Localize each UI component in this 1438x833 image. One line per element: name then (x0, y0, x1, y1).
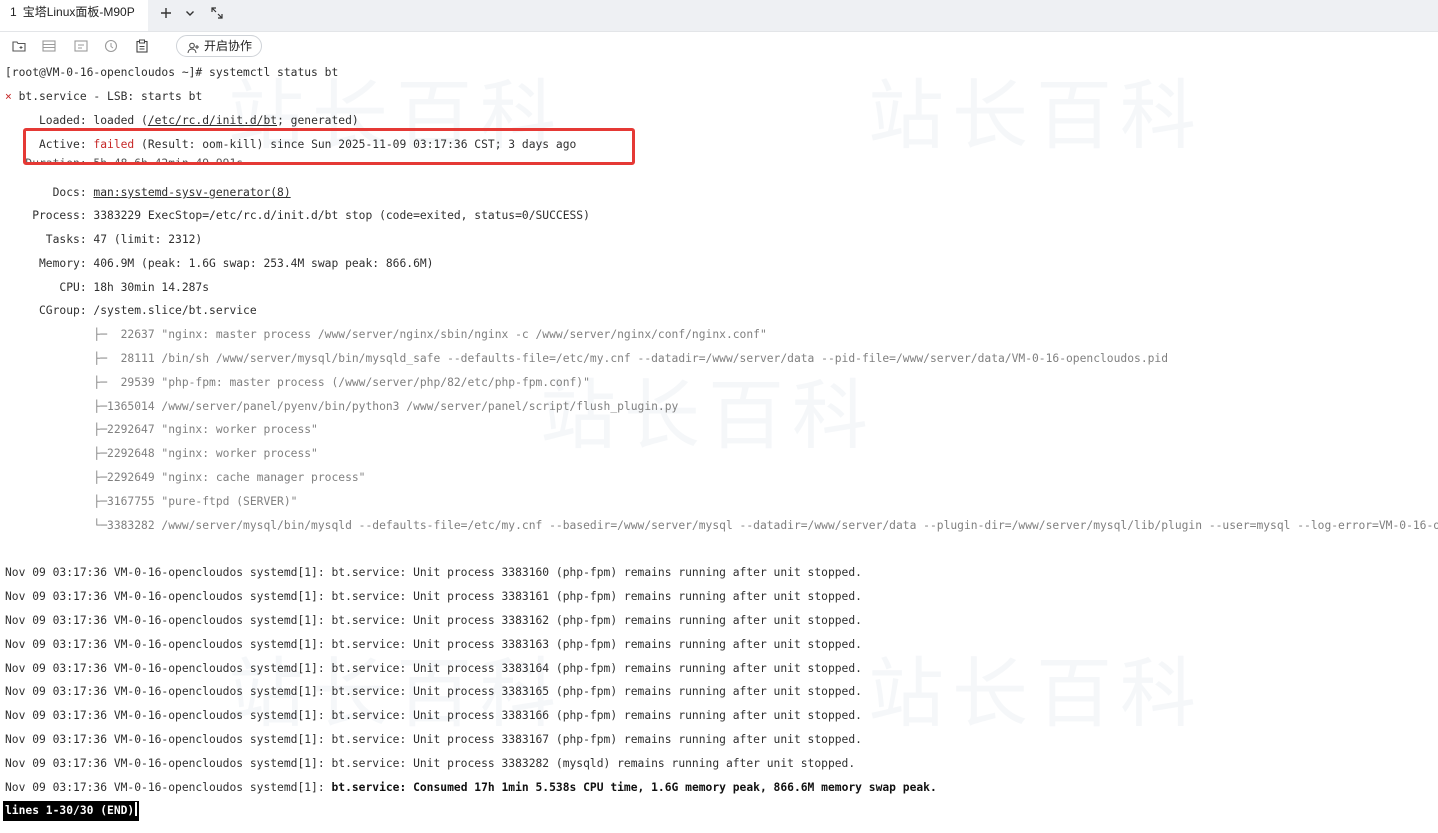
pager-status: lines 1-30/30 (END) (3, 801, 140, 821)
watermark: 站长百科 (868, 649, 1204, 738)
history-icon[interactable] (104, 39, 118, 53)
log-line: Nov 09 03:17:36 VM-0-16-opencloudos syst… (5, 733, 862, 746)
failed-marker-icon: × (5, 90, 12, 103)
tab-bar: 1 宝塔Linux面板-M90P (0, 0, 1438, 32)
log-line: Nov 09 03:17:36 VM-0-16-opencloudos syst… (5, 566, 862, 579)
loaded-path: /etc/rc.d/init.d/bt (147, 114, 278, 127)
log-line: Nov 09 03:17:36 VM-0-16-opencloudos syst… (5, 590, 862, 603)
log-line: Nov 09 03:17:36 VM-0-16-opencloudos syst… (5, 662, 862, 675)
toolbar: 开启协作 (0, 32, 1438, 60)
tasks-line: Tasks: 47 (limit: 2312) (5, 233, 203, 246)
cpu-line: CPU: 18h 30min 14.287s (5, 281, 210, 294)
final-log-prefix: Nov 09 03:17:36 VM-0-16-opencloudos syst… (5, 781, 332, 794)
loaded-prefix: Loaded: loaded ( (5, 114, 148, 127)
cgroup-entry: ├─3167755 "pure-ftpd (SERVER)" (5, 495, 298, 508)
docs-prefix: Docs: (5, 186, 94, 199)
new-folder-icon[interactable] (12, 39, 26, 53)
loaded-suffix: ; generated) (277, 114, 359, 127)
process-line: Process: 3383229 ExecStop=/etc/rc.d/init… (5, 209, 590, 222)
cgroup-entry: ├─1365014 /www/server/panel/pyenv/bin/py… (5, 400, 679, 413)
tab-number: 1 (10, 5, 17, 19)
chevron-down-icon[interactable] (180, 0, 200, 25)
cgroup-entry: └─3383282 /www/server/mysql/bin/mysqld -… (5, 519, 1438, 532)
watermark: 站长百科 (868, 71, 1204, 160)
cgroup-entry: ├─2292649 "nginx: cache manager process" (5, 471, 366, 484)
cgroup-line: CGroup: /system.slice/bt.service (5, 304, 257, 317)
users-icon (187, 40, 200, 54)
log-line: Nov 09 03:17:36 VM-0-16-opencloudos syst… (5, 709, 862, 722)
log-line: Nov 09 03:17:36 VM-0-16-opencloudos syst… (5, 614, 862, 627)
docs-line: Docs: man:systemd-sysv-generator(8) (5, 186, 291, 200)
loaded-line: Loaded: loaded (/etc/rc.d/init.d/bt; gen… (5, 114, 359, 128)
screen-icon[interactable] (74, 39, 88, 53)
cgroup-entry: ├─2292647 "nginx: worker process" (5, 423, 318, 436)
clipboard-icon[interactable] (135, 39, 149, 53)
memory-line: Memory: 406.9M (peak: 1.6G swap: 253.4M … (5, 257, 434, 270)
terminal-output[interactable]: 站长百科 站长百科 站长百科 站长百科 站长百科 [root@VM-0-16-o… (0, 62, 1438, 833)
service-header-line: × bt.service - LSB: starts bt (5, 90, 202, 104)
docs-value: man:systemd-sysv-generator(8) (93, 186, 291, 199)
cgroup-entry: ├─ 28111 /bin/sh /www/server/mysql/bin/m… (5, 352, 1169, 365)
log-line: Nov 09 03:17:36 VM-0-16-opencloudos syst… (5, 638, 862, 651)
tab-session[interactable]: 1 宝塔Linux面板-M90P (0, 0, 148, 31)
log-line: Nov 09 03:17:36 VM-0-16-opencloudos syst… (5, 685, 862, 698)
command-prompt-line: [root@VM-0-16-opencloudos ~]# systemctl … (5, 66, 339, 79)
collaborate-button[interactable]: 开启协作 (176, 35, 262, 57)
service-title: bt.service - LSB: starts bt (11, 90, 203, 103)
collaborate-label: 开启协作 (204, 39, 253, 53)
final-log-summary: bt.service: Consumed 17h 1min 5.538s CPU… (331, 781, 937, 794)
tab-title: 宝塔Linux面板-M90P (22, 5, 135, 19)
cgroup-entry: ├─ 22637 "nginx: master process /www/ser… (5, 328, 767, 341)
plus-icon[interactable] (156, 0, 176, 25)
log-line: Nov 09 03:17:36 VM-0-16-opencloudos syst… (5, 757, 856, 770)
expand-icon[interactable] (207, 0, 227, 25)
highlight-box (23, 128, 635, 165)
log-line-final: Nov 09 03:17:36 VM-0-16-opencloudos syst… (5, 781, 937, 795)
server-list-icon[interactable] (42, 39, 56, 53)
cgroup-entry: ├─2292648 "nginx: worker process" (5, 447, 318, 460)
cgroup-entry: ├─ 29539 "php-fpm: master process (/www/… (5, 376, 590, 389)
